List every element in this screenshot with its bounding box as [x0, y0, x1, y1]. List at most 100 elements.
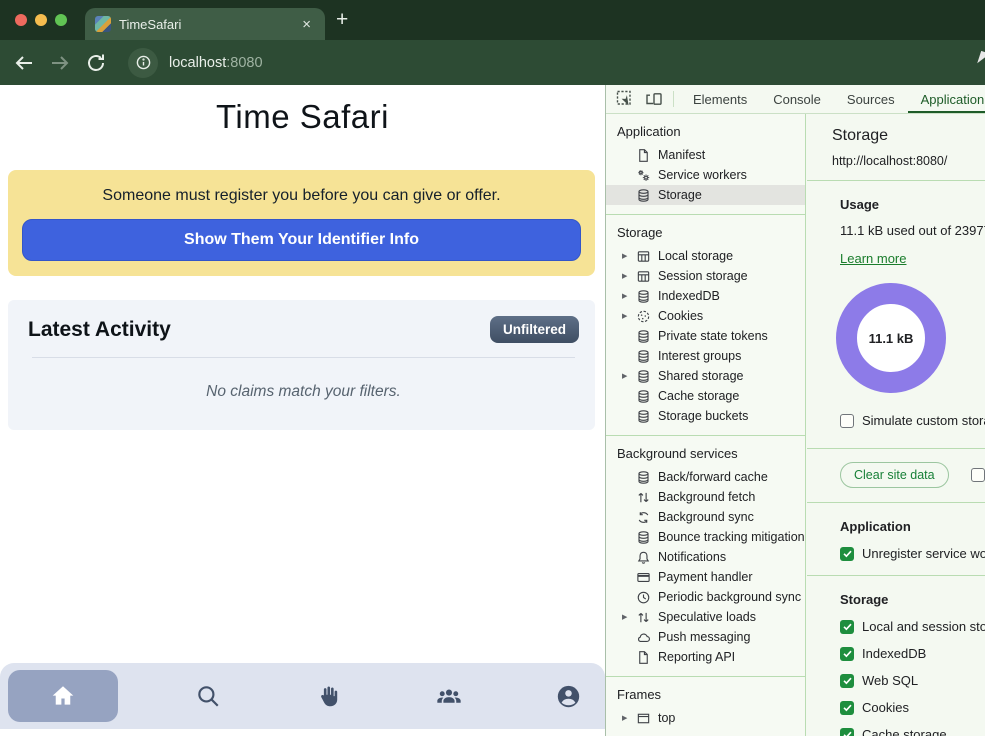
sidebar-section-title: Storage	[606, 218, 805, 246]
nav-search-button[interactable]	[195, 683, 222, 710]
nav-profile-button[interactable]	[555, 683, 582, 710]
usage-heading: Usage	[840, 197, 985, 212]
include-third-party-checkbox[interactable]: in	[971, 468, 985, 483]
expand-arrow-icon[interactable]: ▶	[622, 292, 635, 300]
storage-checkbox-indexeddb[interactable]: IndexedDB	[840, 646, 985, 661]
application-checkbox-unregister-service-wor[interactable]: Unregister service wor	[840, 546, 985, 561]
storage-checkbox-web-sql[interactable]: Web SQL	[840, 673, 985, 688]
zoom-window-button[interactable]	[55, 14, 67, 26]
minimize-window-button[interactable]	[35, 14, 47, 26]
clock-icon	[635, 589, 651, 605]
close-tab-icon[interactable]: ×	[298, 15, 315, 34]
latest-activity-card: Latest Activity Unfiltered No claims mat…	[8, 300, 595, 430]
checkbox-label: Cache storage	[862, 727, 947, 736]
tree-item-background-fetch[interactable]: Background fetch	[606, 487, 805, 507]
panel-divider	[807, 502, 985, 503]
tree-item-interest-groups[interactable]: Interest groups	[606, 346, 805, 366]
tree-item-notifications[interactable]: Notifications	[606, 547, 805, 567]
checkbox-label: IndexedDB	[862, 646, 926, 661]
tree-item-session-storage[interactable]: ▶Session storage	[606, 266, 805, 286]
tree-item-label: Reporting API	[658, 650, 735, 664]
tree-item-local-storage[interactable]: ▶Local storage	[606, 246, 805, 266]
checkbox-unchecked-icon	[971, 468, 985, 482]
tree-item-shared-storage[interactable]: ▶ Shared storage	[606, 366, 805, 386]
clear-site-data-button[interactable]: Clear site data	[840, 462, 949, 488]
show-identifier-info-button[interactable]: Show Them Your Identifier Info	[22, 219, 581, 261]
close-window-button[interactable]	[15, 14, 27, 26]
forward-icon[interactable]	[48, 51, 72, 75]
address-bar[interactable]: localhost:8080	[169, 55, 263, 71]
expand-arrow-icon[interactable]: ▶	[622, 613, 635, 621]
tree-item-speculative-loads[interactable]: ▶Speculative loads	[606, 607, 805, 627]
devtools-tabs: ElementsConsoleSourcesApplication	[680, 85, 985, 113]
panel-divider	[807, 180, 985, 181]
checkbox-checked-icon	[840, 701, 854, 715]
checkbox-checked-icon	[840, 674, 854, 688]
expand-arrow-icon[interactable]: ▶	[622, 272, 635, 280]
tree-item-storage-buckets[interactable]: Storage buckets	[606, 406, 805, 426]
tree-item-label: Shared storage	[658, 369, 743, 383]
tree-item-label: IndexedDB	[658, 289, 720, 303]
tree-item-bounce-tracking-mitigation[interactable]: Bounce tracking mitigation	[606, 527, 805, 547]
simulate-quota-checkbox[interactable]: Simulate custom stora	[840, 413, 985, 428]
tree-item-label: Storage	[658, 188, 702, 202]
tree-item-label: Payment handler	[658, 570, 753, 584]
learn-more-link[interactable]: Learn more	[840, 251, 906, 266]
devtools-tab-elements[interactable]: Elements	[680, 85, 760, 113]
inspect-element-icon[interactable]	[615, 89, 635, 109]
nav-home-button-active[interactable]	[8, 670, 118, 722]
tree-item-cookies[interactable]: ▶Cookies	[606, 306, 805, 326]
expand-arrow-icon[interactable]: ▶	[622, 714, 635, 722]
expand-arrow-icon[interactable]: ▶	[622, 372, 635, 380]
sidebar-section-title: Background services	[606, 439, 805, 467]
checkbox-unchecked-icon	[840, 414, 854, 428]
frame-icon	[635, 710, 651, 726]
tree-item-payment-handler[interactable]: Payment handler	[606, 567, 805, 587]
tree-item-back-forward-cache[interactable]: Back/forward cache	[606, 467, 805, 487]
url-host: localhost	[169, 55, 226, 71]
expand-arrow-icon[interactable]: ▶	[622, 312, 635, 320]
application-section-heading: Application	[840, 519, 985, 534]
device-toolbar-icon[interactable]	[644, 89, 664, 109]
tree-item-label: Cache storage	[658, 389, 739, 403]
site-info-button[interactable]	[128, 48, 158, 78]
tree-item-label: Back/forward cache	[658, 470, 768, 484]
reload-icon[interactable]	[84, 51, 108, 75]
tree-item-background-sync[interactable]: Background sync	[606, 507, 805, 527]
tree-item-reporting-api[interactable]: Reporting API	[606, 647, 805, 667]
tree-item-label: Periodic background sync	[658, 590, 801, 604]
devtools-tab-application[interactable]: Application	[908, 85, 985, 113]
storage-checkbox-local-and-session-stora[interactable]: Local and session stora	[840, 619, 985, 634]
devtools-tab-console[interactable]: Console	[760, 85, 834, 113]
browser-tabstrip: TimeSafari × +	[0, 0, 985, 40]
storage-section-heading: Storage	[840, 592, 985, 607]
expand-arrow-icon[interactable]: ▶	[622, 252, 635, 260]
nav-hand-button[interactable]	[315, 683, 342, 710]
tree-item-private-state-tokens[interactable]: Private state tokens	[606, 326, 805, 346]
home-icon	[50, 683, 76, 709]
card-divider	[32, 357, 575, 358]
document-icon	[635, 147, 651, 163]
tree-item-storage[interactable]: Storage	[606, 185, 805, 205]
sidebar-section-title: Application	[606, 117, 805, 145]
tree-item-service-workers[interactable]: Service workers	[606, 165, 805, 185]
back-icon[interactable]	[12, 51, 36, 75]
hand-icon	[315, 683, 341, 709]
table-icon	[635, 248, 651, 264]
tree-item-cache-storage[interactable]: Cache storage	[606, 386, 805, 406]
gears-icon	[635, 167, 651, 183]
new-tab-button[interactable]: +	[336, 10, 348, 30]
tree-item-periodic-background-sync[interactable]: Periodic background sync	[606, 587, 805, 607]
storage-checkbox-cookies[interactable]: Cookies	[840, 700, 985, 715]
tree-item-top[interactable]: ▶top	[606, 708, 805, 728]
checkbox-checked-icon	[840, 620, 854, 634]
people-icon	[435, 683, 463, 711]
tree-item-indexeddb[interactable]: ▶ IndexedDB	[606, 286, 805, 306]
unfiltered-button[interactable]: Unfiltered	[490, 316, 579, 343]
browser-tab[interactable]: TimeSafari ×	[85, 8, 325, 40]
storage-checkbox-cache-storage[interactable]: Cache storage	[840, 727, 985, 736]
tree-item-push-messaging[interactable]: Push messaging	[606, 627, 805, 647]
nav-people-button[interactable]	[435, 683, 462, 710]
devtools-tab-sources[interactable]: Sources	[834, 85, 908, 113]
tree-item-manifest[interactable]: Manifest	[606, 145, 805, 165]
